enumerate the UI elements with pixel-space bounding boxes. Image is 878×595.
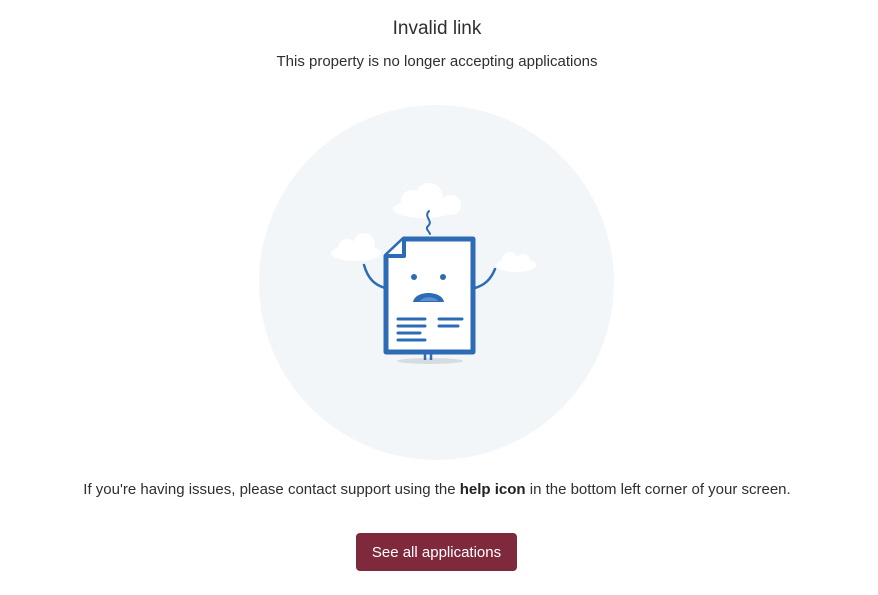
see-all-applications-button[interactable]: See all applications: [356, 533, 517, 571]
help-message-suffix: in the bottom left corner of your screen…: [525, 481, 791, 498]
help-message: If you're having issues, please contact …: [0, 481, 874, 498]
left-eye: [411, 274, 417, 280]
page-subtitle: This property is no longer accepting app…: [276, 53, 598, 70]
invalid-link-page: Invalid link This property is no longer …: [0, 0, 878, 595]
help-icon-emphasis: help icon: [459, 481, 526, 498]
page-title: Invalid link: [392, 18, 482, 39]
sad-document-icon: [259, 105, 614, 460]
right-eye: [440, 274, 446, 280]
help-message-prefix: If you're having issues, please contact …: [83, 481, 460, 498]
